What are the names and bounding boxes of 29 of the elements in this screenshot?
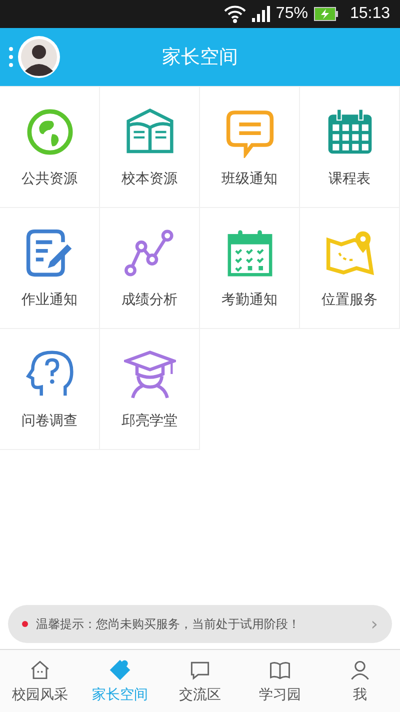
avatar[interactable] [17, 35, 61, 79]
feature-tile[interactable]: 公共资源 [0, 87, 100, 208]
feature-tile[interactable]: 成绩分析 [100, 208, 200, 329]
battery-icon [314, 7, 338, 21]
clock: 15:13 [350, 5, 390, 23]
wifi-icon [224, 5, 246, 23]
feature-tile[interactable]: 校本资源 [100, 87, 200, 208]
tab[interactable]: 学习园 [240, 650, 320, 712]
feature-tile[interactable]: 考勤通知 [200, 208, 300, 329]
person-icon [348, 658, 372, 682]
tab[interactable]: 校园风采 [0, 650, 80, 712]
chevron-icon: › [370, 614, 378, 634]
notice-text: 温馨提示：您尚未购买服务，当前处于试用阶段！ [36, 616, 301, 632]
puzzle-icon [108, 658, 132, 682]
notice-bar[interactable]: 温馨提示：您尚未购买服务，当前处于试用阶段！ › [8, 605, 392, 643]
battery-level: 75% [276, 5, 308, 23]
feature-tile[interactable]: 作业通知 [0, 208, 100, 329]
feature-tile[interactable]: 位置服务 [300, 208, 400, 329]
feature-tile[interactable]: 课程表 [300, 87, 400, 208]
screen-title: 家长空间 [162, 46, 238, 68]
line-chart-icon [124, 227, 176, 279]
graduate-icon [124, 348, 176, 400]
feature-tile[interactable]: 邱亮学堂 [100, 329, 200, 450]
tab[interactable]: 交流区 [160, 650, 240, 712]
tab[interactable]: 我 [320, 650, 400, 712]
feature-tile[interactable]: 问卷调查 [0, 329, 100, 450]
signal-icon [252, 6, 270, 22]
feature-tile[interactable]: 班级通知 [200, 87, 300, 208]
dot-icon [22, 621, 28, 627]
